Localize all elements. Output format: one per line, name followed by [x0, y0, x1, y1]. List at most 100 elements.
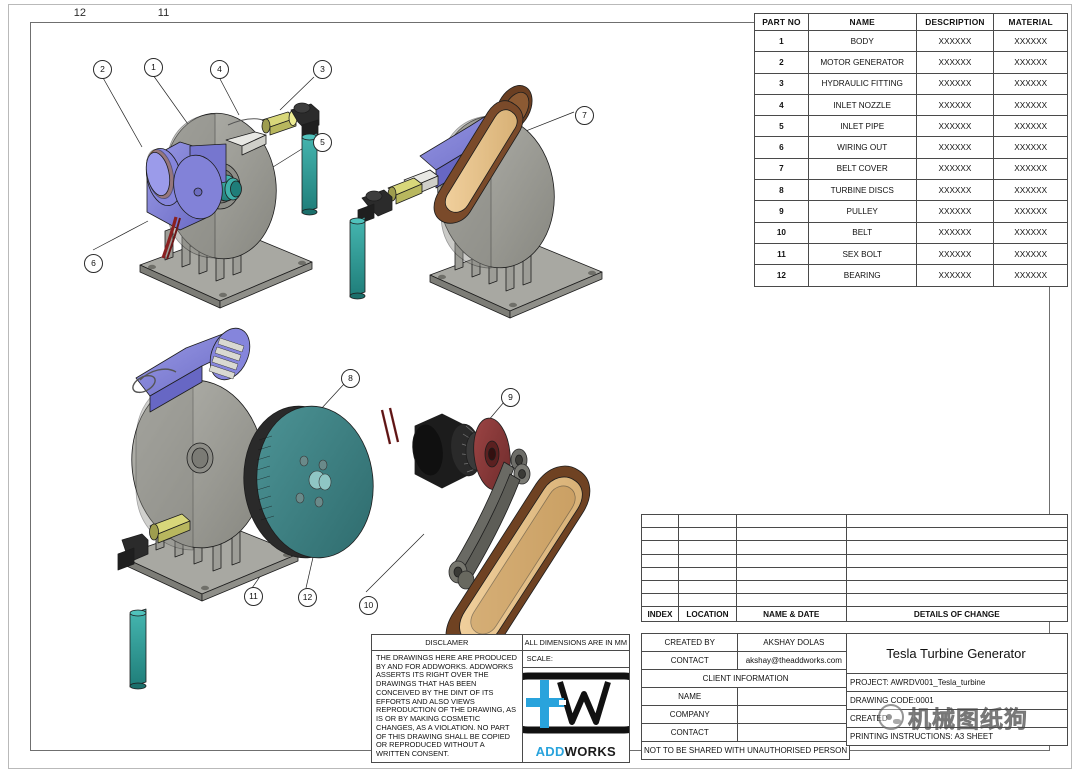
- balloon-callout-2: 2: [93, 60, 112, 79]
- bom-cell-part-no: 4: [754, 93, 809, 117]
- client-company-label: COMPANY: [640, 705, 739, 724]
- revision-cell: [641, 540, 679, 555]
- bom-header-material: MATERIAL: [993, 13, 1068, 31]
- bom-cell-description: XXXXXX: [915, 179, 995, 202]
- bom-cell-part-no: 7: [754, 157, 809, 181]
- bom-row: 7 BELT COVER XXXXXX XXXXXX: [754, 157, 1068, 181]
- bom-cell-material: XXXXXX: [993, 221, 1068, 244]
- disclaimer-header-row: DISCLAMER ALL DIMENSIONS ARE IN MM: [371, 634, 631, 651]
- revision-row: [641, 513, 1069, 529]
- bom-cell-part-no: 6: [754, 136, 809, 159]
- balloon-callout-12: 12: [298, 588, 317, 607]
- bom-cell-description: XXXXXX: [915, 242, 995, 266]
- disclaimer-heading: DISCLAMER: [371, 634, 523, 651]
- revision-cell: [735, 566, 847, 581]
- revision-cell: [735, 513, 847, 529]
- balloon-callout-7: 7: [575, 106, 594, 125]
- created-on-row: CREATED: [846, 709, 1068, 728]
- bom-cell-name: BODY: [807, 29, 917, 53]
- revision-cell: [641, 566, 679, 581]
- bom-cell-name: TURBINE DISCS: [807, 179, 917, 202]
- revision-cell: [641, 527, 679, 542]
- bom-cell-part-no: 12: [754, 264, 809, 287]
- bom-cell-description: XXXXXX: [915, 200, 995, 223]
- bom-cell-material: XXXXXX: [993, 157, 1068, 181]
- bom-cell-material: XXXXXX: [993, 72, 1068, 95]
- bom-cell-part-no: 10: [754, 221, 809, 244]
- bom-cell-description: XXXXXX: [915, 157, 995, 181]
- revision-cell: [845, 527, 1069, 542]
- created-by-label: CREATED BY: [640, 633, 739, 652]
- balloon-callout-8: 8: [341, 369, 360, 388]
- bom-cell-name: MOTOR GENERATOR: [807, 51, 917, 74]
- bom-cell-material: XXXXXX: [993, 29, 1068, 53]
- bom-header-name: NAME: [807, 13, 917, 31]
- revision-cell: [641, 593, 679, 608]
- revision-cell: [735, 540, 847, 555]
- revision-row: [641, 540, 1069, 555]
- revision-cell: [845, 553, 1069, 568]
- revision-row: [641, 553, 1069, 568]
- drawing-title: Tesla Turbine Generator: [846, 633, 1068, 674]
- bom-cell-part-no: 2: [754, 51, 809, 74]
- addworks-logo-icon: [522, 672, 629, 734]
- revision-cell: [845, 593, 1069, 608]
- bom-row: 8 TURBINE DISCS XXXXXX XXXXXX: [754, 179, 1068, 202]
- addworks-logo-cell: ADDWORKS: [521, 666, 631, 763]
- bom-cell-material: XXXXXX: [993, 51, 1068, 74]
- bom-body: 1 BODY XXXXXX XXXXXX 2 MOTOR GENERATOR XXXXXX X…: [754, 29, 1068, 287]
- bom-cell-description: XXXXXX: [915, 136, 995, 159]
- revision-cell: [735, 527, 847, 542]
- revision-row: [641, 527, 1069, 542]
- balloon-callout-5: 5: [313, 133, 332, 152]
- created-by-value: AKSHAY DOLAS: [737, 633, 851, 652]
- contact-label: CONTACT: [640, 651, 739, 670]
- revision-row: [641, 566, 1069, 581]
- bom-row: 10 BELT XXXXXX XXXXXX: [754, 221, 1068, 244]
- ruler-top-12: 12: [73, 7, 86, 19]
- balloon-callout-10: 10: [359, 596, 378, 615]
- bom-cell-material: XXXXXX: [993, 200, 1068, 223]
- revision-cell: [677, 593, 737, 608]
- drawing-code-field: DRAWING CODE:0001: [846, 691, 1068, 710]
- revision-header-location: LOCATION: [677, 606, 737, 623]
- revision-row: [641, 579, 1069, 595]
- client-company-value: [737, 705, 851, 724]
- bom-cell-part-no: 11: [754, 242, 809, 266]
- balloon-callout-1: 1: [144, 58, 163, 77]
- revision-cell: [677, 566, 737, 581]
- bom-row: 2 MOTOR GENERATOR XXXXXX XXXXXX: [754, 51, 1068, 74]
- ruler-top-11: 11: [157, 7, 170, 19]
- bom-row: 1 BODY XXXXXX XXXXXX: [754, 29, 1068, 53]
- revision-cell: [845, 540, 1069, 555]
- client-name-row: NAME: [640, 687, 851, 706]
- revision-cell: [641, 513, 679, 529]
- revision-row: [641, 593, 1069, 608]
- client-information-label: CLIENT INFORMATION: [640, 669, 851, 688]
- bom-cell-name: BEARING: [807, 264, 917, 287]
- bom-cell-material: XXXXXX: [993, 115, 1068, 138]
- client-name-value: [737, 687, 851, 706]
- scale-label: SCALE:: [521, 650, 631, 668]
- bom-header-part-no: PART NO: [754, 13, 809, 31]
- revision-body: [641, 513, 1069, 608]
- revision-cell: [677, 579, 737, 595]
- printing-instructions-field: PRINTING INSTRUCTIONS: A3 SHEET: [846, 727, 1068, 746]
- disclaimer-block: DISCLAMER ALL DIMENSIONS ARE IN MM THE D…: [371, 634, 631, 763]
- bom-row: 12 BEARING XXXXXX XXXXXX: [754, 264, 1068, 287]
- project-row: PROJECT: AWRDV001_Tesla_turbine: [846, 673, 1068, 692]
- title-block-left: CREATED BY AKSHAY DOLAS CONTACT akshay@t…: [640, 633, 851, 760]
- bom-cell-material: XXXXXX: [993, 179, 1068, 202]
- bill-of-materials-table: PART NO NAME DESCRIPTION MATERIAL 1 BODY X…: [754, 13, 1068, 287]
- revision-cell: [735, 593, 847, 608]
- bom-header-description: DESCRIPTION: [915, 13, 995, 31]
- confidentiality-row: NOT TO BE SHARED WITH UNAUTHORISED PERSO…: [640, 741, 851, 760]
- drawing-title-row: Tesla Turbine Generator: [846, 633, 1068, 674]
- bom-row: 9 PULLEY XXXXXX XXXXXX: [754, 200, 1068, 223]
- bom-cell-part-no: 1: [754, 29, 809, 53]
- balloon-callout-11: 11: [244, 587, 263, 606]
- bom-cell-name: SEX BOLT: [807, 242, 917, 266]
- bom-cell-material: XXXXXX: [993, 242, 1068, 266]
- bom-cell-description: XXXXXX: [915, 264, 995, 287]
- bom-row: 3 HYDRAULIC FITTING XXXXXX XXXXXX: [754, 72, 1068, 95]
